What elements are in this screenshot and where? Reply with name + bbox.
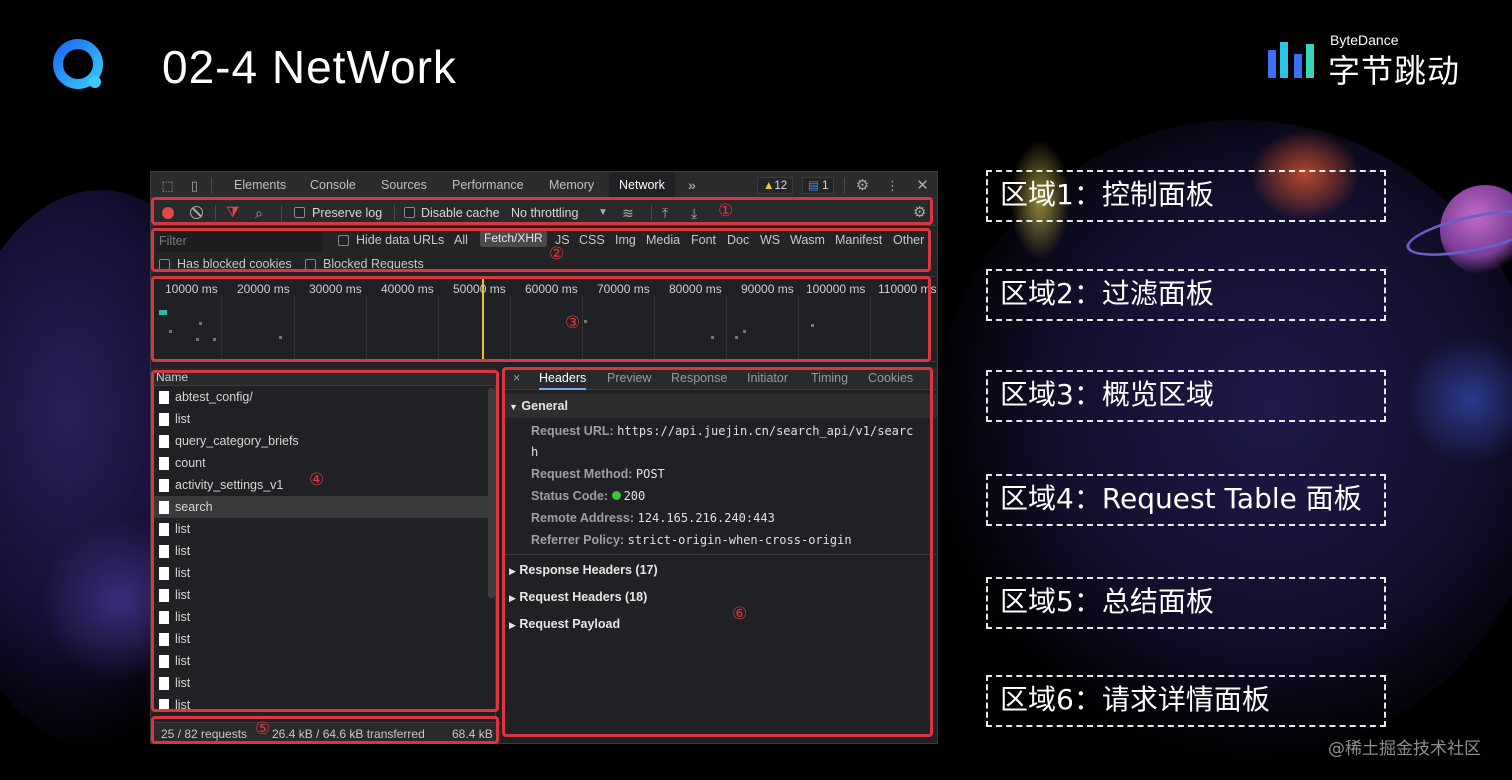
region-label-4: 区域4：Request Table 面板 [986,474,1386,526]
annotation-number-4: ④ [309,470,325,490]
inspect-element-icon[interactable]: ⬚ [160,178,175,193]
annotation-number-3: ③ [565,313,581,333]
device-toolbar-icon[interactable]: ▯ [187,178,202,193]
tab-console[interactable]: Console [310,172,356,199]
annotation-box-1 [151,197,933,225]
bytedance-logo: ByteDance 字节跳动 [1268,32,1468,90]
tab-sources[interactable]: Sources [381,172,427,199]
region-label-6: 区域6：请求详情面板 [986,675,1386,727]
annotation-box-6 [502,367,933,737]
annotation-number-5: ⑤ [255,719,271,739]
kebab-menu-icon[interactable]: ⋮ [885,178,900,193]
divider [211,178,212,194]
annotation-box-5 [151,716,499,744]
watermark: @稀土掘金技术社区 [1328,739,1481,759]
annotation-number-2: ② [549,244,565,264]
more-tabs-button[interactable]: » [688,172,696,199]
region-label-5: 区域5：总结面板 [986,577,1386,629]
warnings-count: 12 [774,180,788,192]
slide-title: 02-4 NetWork [162,41,457,93]
message-icon: ▤ [808,180,819,192]
tab-memory[interactable]: Memory [549,172,594,199]
course-logo-icon [53,39,103,89]
annotation-number-1: ① [718,201,734,221]
divider [844,178,845,194]
region-label-2: 区域2：过滤面板 [986,269,1386,321]
settings-gear-icon[interactable]: ⚙ [855,178,870,193]
region-label-3: 区域3：概览区域 [986,370,1386,422]
warnings-badge[interactable]: ▲12 [757,177,794,194]
tab-network[interactable]: Network [609,172,675,199]
warning-icon: ▲ [763,180,775,192]
messages-badge[interactable]: ▤ 1 [802,177,835,194]
annotation-box-2 [151,228,931,272]
tab-performance[interactable]: Performance [452,172,524,199]
annotation-box-4 [151,370,499,712]
bytedance-bars-icon [1268,42,1314,78]
devtools-tabbar: ⬚ ▯ Elements Console Sources Performance… [151,172,937,199]
annotation-box-3 [151,276,931,362]
tab-elements[interactable]: Elements [234,172,286,199]
messages-count: 1 [822,180,829,192]
bytedance-name-cn: 字节跳动 [1328,52,1461,90]
annotation-number-6: ⑥ [732,604,748,624]
close-devtools-icon[interactable]: ✕ [915,178,930,193]
region-label-1: 区域1：控制面板 [986,170,1386,222]
